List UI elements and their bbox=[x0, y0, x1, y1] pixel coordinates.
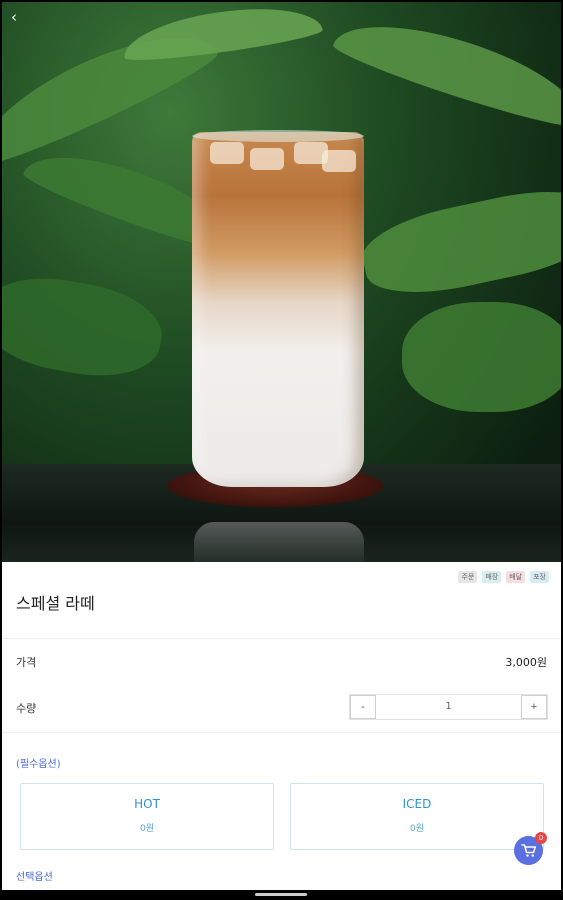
price-label: 가격 bbox=[16, 656, 37, 669]
option-name: HOT bbox=[134, 797, 160, 811]
tag-store: 매장 bbox=[482, 571, 502, 583]
option-price: 0원 bbox=[139, 824, 154, 834]
price-value: 3,000원 bbox=[505, 656, 547, 669]
option-iced[interactable]: ICED 0원 bbox=[290, 783, 544, 850]
leaf-shape bbox=[402, 302, 561, 412]
required-options-label: (필수옵션) bbox=[16, 759, 61, 770]
product-title: 스페셜 라떼 bbox=[16, 594, 95, 613]
service-tags: 주문 매장 배달 포장 bbox=[458, 571, 549, 583]
home-indicator[interactable] bbox=[255, 893, 307, 896]
ice-cube bbox=[210, 142, 244, 164]
quantity-label: 수량 bbox=[16, 702, 37, 715]
chevron-left-icon: ‹ bbox=[11, 8, 17, 26]
divider bbox=[2, 732, 561, 733]
latte-glass bbox=[192, 132, 364, 487]
glass-reflection bbox=[194, 522, 364, 562]
option-price: 0원 bbox=[409, 824, 424, 834]
tag-order: 주문 bbox=[458, 571, 478, 583]
quantity-stepper: - 1 + bbox=[349, 694, 548, 720]
cart-count-badge: 0 bbox=[535, 832, 547, 844]
ice-cube bbox=[322, 150, 356, 172]
leaf-shape bbox=[2, 267, 169, 387]
leaf-shape bbox=[356, 177, 561, 307]
tag-takeout: 포장 bbox=[530, 571, 549, 583]
leaf-shape bbox=[329, 3, 561, 136]
optional-options-label: 선택옵션 bbox=[16, 872, 53, 883]
decrement-button[interactable]: - bbox=[350, 695, 376, 719]
cart-button[interactable]: 0 bbox=[514, 832, 547, 865]
product-detail-screen: ‹ 주문 매장 배달 포장 스페셜 라떼 가격 3,000원 수량 - 1 + … bbox=[2, 2, 561, 890]
product-photo bbox=[2, 2, 561, 562]
ice-cube bbox=[250, 148, 284, 170]
option-hot[interactable]: HOT 0원 bbox=[20, 783, 274, 850]
cart-icon bbox=[520, 843, 536, 857]
glass-rim bbox=[192, 130, 364, 142]
option-name: ICED bbox=[402, 797, 432, 811]
tag-delivery: 배달 bbox=[506, 571, 526, 583]
leaf-shape bbox=[120, 2, 324, 66]
back-button[interactable]: ‹ bbox=[6, 8, 22, 26]
increment-button[interactable]: + bbox=[521, 695, 547, 719]
quantity-value[interactable]: 1 bbox=[376, 695, 521, 719]
divider bbox=[2, 638, 561, 639]
